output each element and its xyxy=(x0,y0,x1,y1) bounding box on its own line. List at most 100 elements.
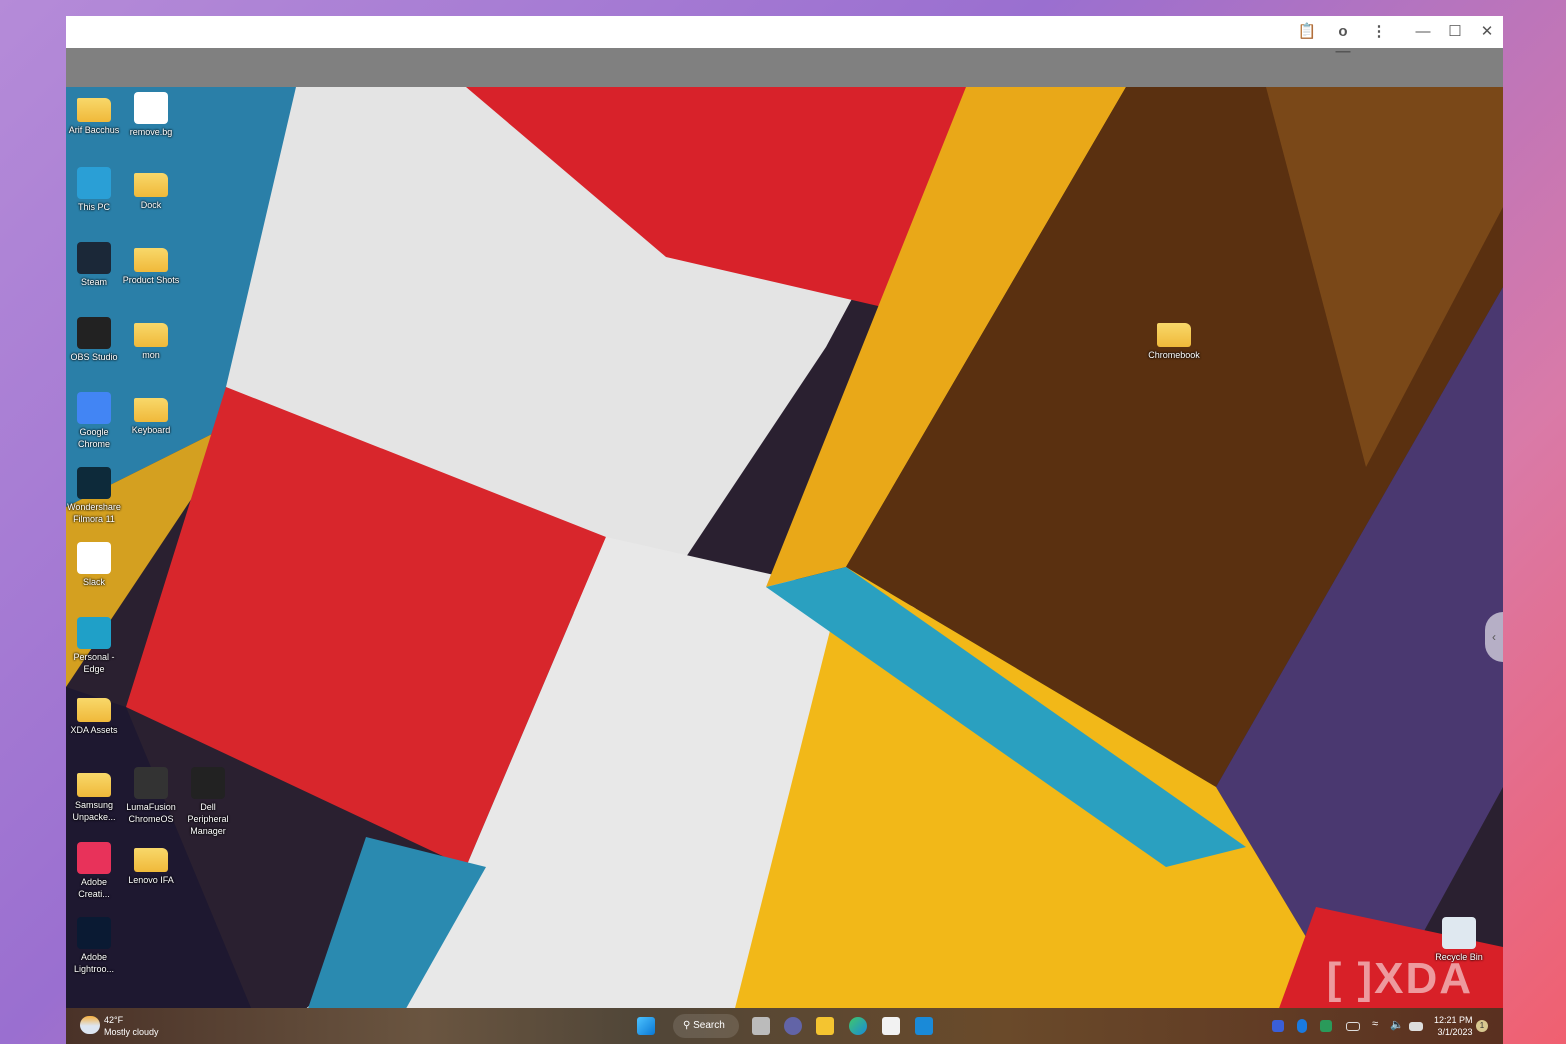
removebg-icon xyxy=(134,92,168,124)
desktop-icon-label: Steam xyxy=(80,277,107,287)
start-icon[interactable] xyxy=(637,1017,655,1035)
battery-icon[interactable] xyxy=(1409,1022,1423,1031)
desktop-icon-label: Keyboard xyxy=(131,425,171,435)
desktop-icon[interactable]: Wondershare Filmora 11 xyxy=(66,467,123,525)
desktop-icon[interactable]: LumaFusion ChromeOS xyxy=(122,767,180,825)
desktop-icon-label: Arif Bacchus xyxy=(68,125,120,135)
desktop-icon[interactable]: Personal - Edge xyxy=(66,617,123,675)
desktop-icon[interactable]: Keyboard xyxy=(122,392,180,436)
desktop-icon-label: Adobe Creati... xyxy=(78,877,110,899)
folder-icon xyxy=(77,698,111,722)
desktop-icon-label: LumaFusion ChromeOS xyxy=(126,802,176,824)
desktop-icon[interactable]: This PC xyxy=(66,167,123,213)
app-window: 📋 o— ⋮ — ☐ ✕ Arif Bacchus remove.bg This P… xyxy=(66,16,1503,1044)
microsoft-store-icon[interactable] xyxy=(882,1017,900,1035)
folder-icon xyxy=(134,173,168,197)
desktop-icon-label: Product Shots xyxy=(122,275,180,285)
desktop-icon[interactable]: Adobe Creati... xyxy=(66,842,123,900)
desktop-icon[interactable]: Slack xyxy=(66,542,123,588)
desktop-icon[interactable]: Steam xyxy=(66,242,123,288)
search-label: Search xyxy=(693,1020,725,1031)
search-button[interactable]: ⚲ Search xyxy=(673,1014,739,1038)
folder-icon xyxy=(1157,323,1191,347)
folder-icon xyxy=(134,323,168,347)
weather-widget[interactable]: 42°F Mostly cloudy xyxy=(104,1014,159,1038)
desktop-icon-label: Slack xyxy=(82,577,105,587)
more-vert-icon[interactable]: ⋮ xyxy=(1368,22,1390,42)
desktop-icon[interactable]: XDA Assets xyxy=(66,692,123,736)
clock[interactable]: 12:21 PM 3/1/2023 xyxy=(1434,1014,1473,1038)
desktop-icon[interactable]: Dell Peripheral Manager xyxy=(179,767,237,837)
close-icon[interactable]: ✕ xyxy=(1476,22,1498,42)
tray-app-icon[interactable] xyxy=(1272,1020,1284,1032)
desktop-icon-label: OBS Studio xyxy=(70,352,118,362)
security-icon[interactable] xyxy=(1320,1020,1332,1032)
edge-icon xyxy=(77,617,111,649)
desktop-icon-label: Dell Peripheral Manager xyxy=(187,802,229,836)
search-icon: ⚲ xyxy=(683,1020,691,1031)
recycle-bin-icon xyxy=(1442,917,1476,949)
desktop-icon-label: Wondershare Filmora 11 xyxy=(67,502,121,524)
desktop-icon[interactable]: remove.bg xyxy=(122,92,180,138)
obs-icon xyxy=(77,317,111,349)
weather-cloud-icon xyxy=(80,1016,100,1034)
user-folder-icon xyxy=(77,98,111,122)
dell-icon xyxy=(191,767,225,799)
notification-badge[interactable]: 1 xyxy=(1476,1020,1488,1032)
toolbar-strip xyxy=(66,48,1503,87)
desktop-icon[interactable]: Samsung Unpacke... xyxy=(66,767,123,823)
edge-icon[interactable] xyxy=(849,1017,867,1035)
desktop-icon[interactable]: Arif Bacchus xyxy=(66,92,123,136)
folder-icon xyxy=(134,848,168,872)
file-explorer-icon[interactable] xyxy=(816,1017,834,1035)
folder-icon xyxy=(134,248,168,272)
bluetooth-icon[interactable] xyxy=(1297,1019,1307,1033)
date: 3/1/2023 xyxy=(1437,1027,1473,1037)
mail-icon[interactable] xyxy=(915,1017,933,1035)
remote-desktop[interactable]: Arif Bacchus remove.bg This PC Dock Steam Pro… xyxy=(66,87,1503,1044)
folder-icon xyxy=(77,773,111,797)
xda-watermark: [ ]XDA xyxy=(1326,954,1473,1003)
desktop-icon-label: Samsung Unpacke... xyxy=(72,800,116,822)
title-bar: 📋 o— ⋮ — ☐ ✕ xyxy=(66,16,1503,60)
maximize-icon[interactable]: ☐ xyxy=(1444,22,1466,42)
desktop-icon-label: Personal - Edge xyxy=(73,652,115,674)
weather-temp: 42°F xyxy=(104,1015,124,1025)
keyboard-icon[interactable] xyxy=(1346,1022,1360,1031)
desktop-icon[interactable]: Google Chrome xyxy=(66,392,123,450)
key-icon[interactable]: o— xyxy=(1332,22,1354,60)
desktop-icon-label: Chromebook xyxy=(1148,350,1200,360)
desktop-icon-label: Lenovo IFA xyxy=(128,875,174,885)
monitor-icon xyxy=(77,167,111,199)
lumafusion-icon xyxy=(134,767,168,799)
desktop-icon[interactable]: Chromebook xyxy=(1145,317,1203,361)
desktop-icon[interactable]: OBS Studio xyxy=(66,317,123,363)
weather-condition: Mostly cloudy xyxy=(104,1027,159,1037)
minimize-icon[interactable]: — xyxy=(1412,22,1434,42)
filmora-icon xyxy=(77,467,111,499)
clipboard-icon[interactable]: 📋 xyxy=(1296,22,1318,42)
time: 12:21 PM xyxy=(1434,1015,1473,1025)
chrome-icon xyxy=(77,392,111,424)
wallpaper xyxy=(66,87,1503,1044)
desktop-icon-label: Google Chrome xyxy=(77,427,110,449)
desktop-icon[interactable]: Adobe Lightroo... xyxy=(66,917,123,975)
task-view-icon[interactable] xyxy=(752,1017,770,1035)
desktop-icon-label: Dock xyxy=(140,200,162,210)
desktop-icon-label: Adobe Lightroo... xyxy=(73,952,115,974)
wifi-icon[interactable]: ≈ xyxy=(1372,1018,1390,1036)
slack-icon xyxy=(77,542,111,574)
desktop-icon-label: XDA Assets xyxy=(70,725,118,735)
desktop-icon-label: mon xyxy=(142,350,160,360)
desktop-icon[interactable]: mon xyxy=(122,317,180,361)
volume-icon[interactable]: 🔈 xyxy=(1390,1018,1408,1036)
desktop-icon-label: remove.bg xyxy=(129,127,173,137)
taskbar: 42°F Mostly cloudy ⚲ Search ≈ 🔈 12:21 PM… xyxy=(66,1008,1503,1044)
folder-icon xyxy=(134,398,168,422)
desktop-icon-label: This PC xyxy=(77,202,110,212)
desktop-icon[interactable]: Product Shots xyxy=(122,242,180,286)
desktop-icon[interactable]: Lenovo IFA xyxy=(122,842,180,886)
desktop-icon[interactable]: Dock xyxy=(122,167,180,211)
side-panel-handle[interactable]: ‹ xyxy=(1485,612,1503,662)
teams-chat-icon[interactable] xyxy=(784,1017,802,1035)
